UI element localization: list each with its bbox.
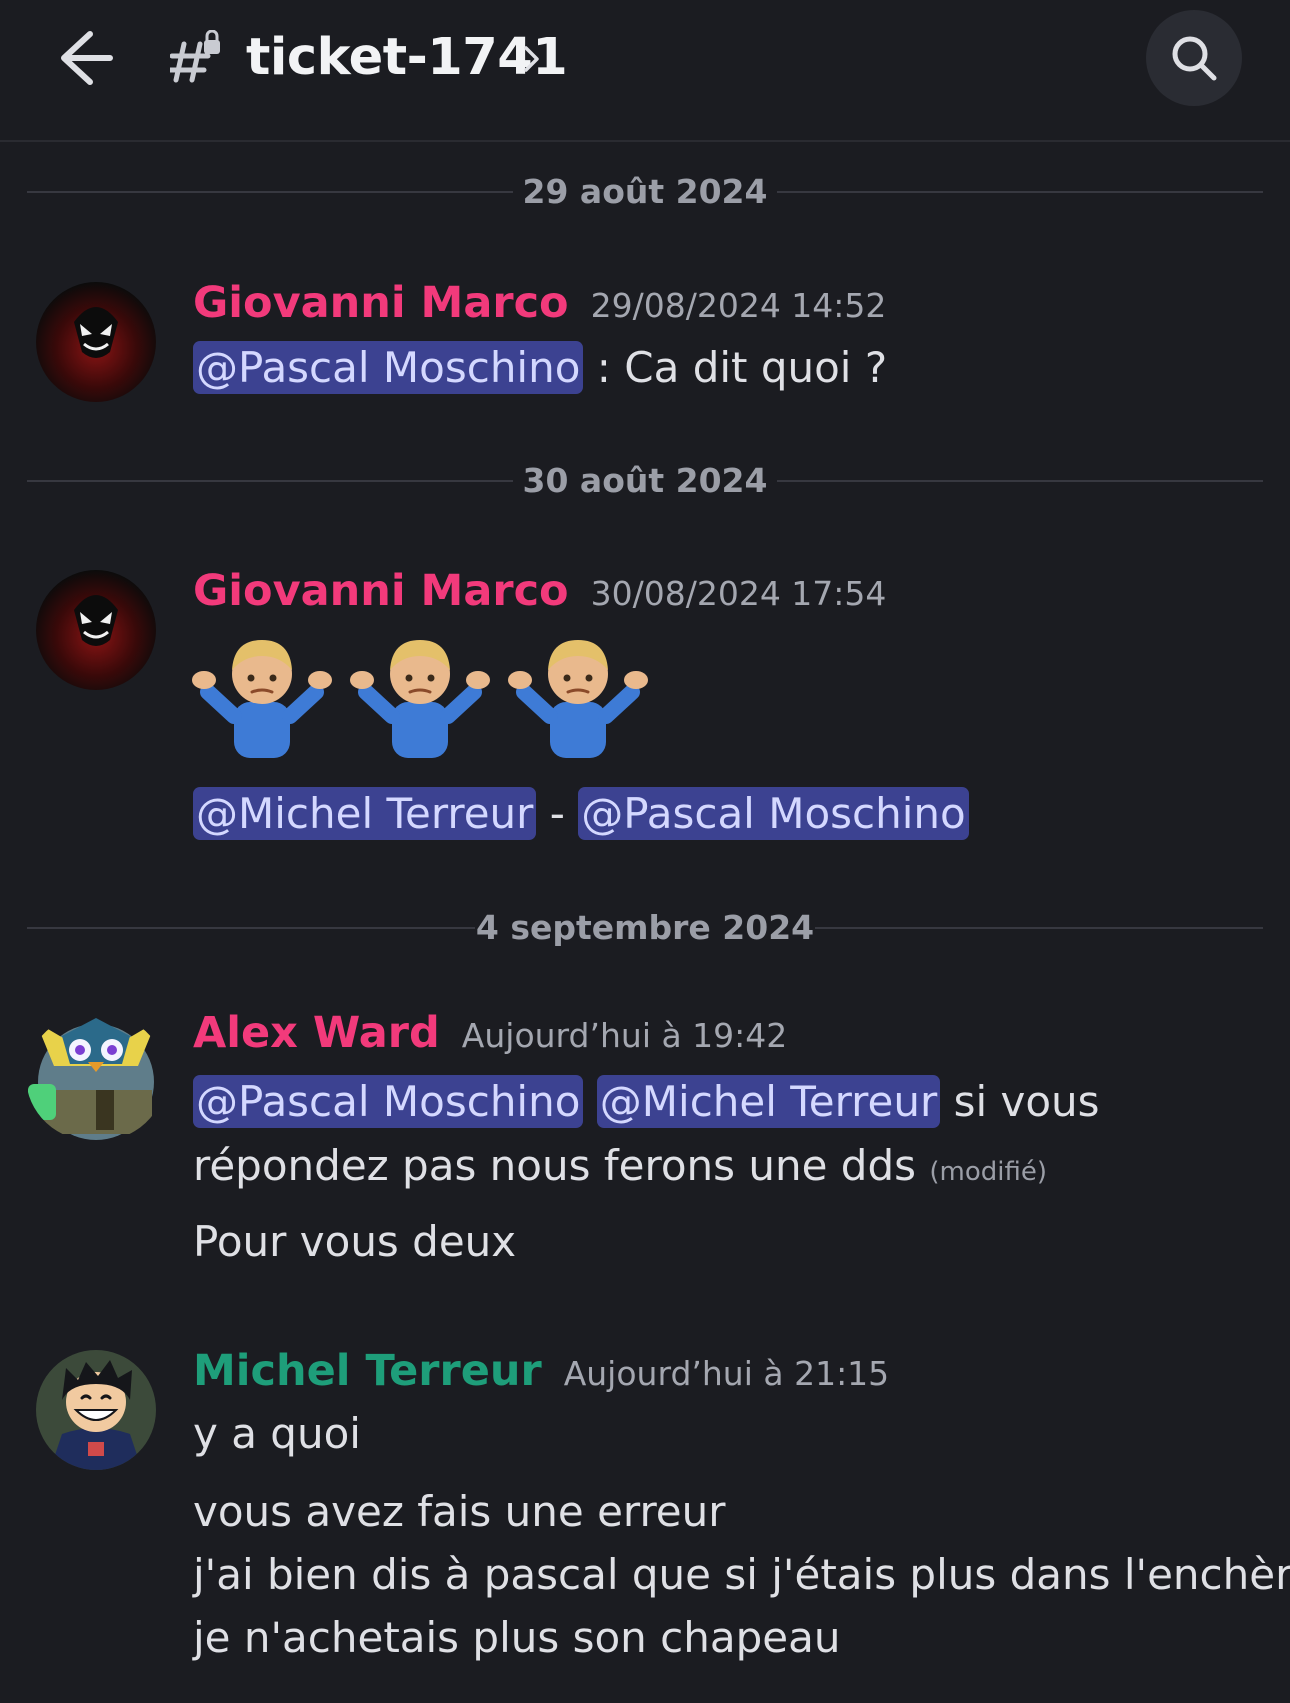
arrow-left-icon[interactable] <box>56 28 142 88</box>
emoji-row <box>190 632 650 760</box>
message-timestamp: 30/08/2024 17:54 <box>590 574 887 613</box>
shrug-emoji <box>192 640 332 758</box>
author-name[interactable]: Alex Ward <box>193 1008 440 1058</box>
message-text: répondez pas nous ferons une dds <box>193 1141 917 1190</box>
message-timestamp: Aujourd’hui à 21:15 <box>563 1354 890 1393</box>
message-text: j'ai bien dis à pascal que si j'étais pl… <box>193 1550 1290 1599</box>
author-name[interactable]: Giovanni Marco <box>193 278 569 328</box>
search-icon <box>1172 36 1217 81</box>
avatar[interactable] <box>36 570 156 690</box>
message-text: y a quoi <box>193 1409 361 1458</box>
edited-label: (modifié) <box>929 1157 1047 1187</box>
date-divider: 4 septembre 2024 <box>27 908 1263 948</box>
message-timestamp: Aujourd’hui à 19:42 <box>461 1016 788 1055</box>
message-text: si vous <box>940 1077 1100 1126</box>
user-mention[interactable]: @Pascal Moschino <box>193 1075 584 1128</box>
shrug-emoji <box>350 640 490 758</box>
channel-title[interactable]: ticket-1741 <box>246 26 568 90</box>
date-divider: 30 août 2024 <box>27 461 1263 501</box>
chevron-right-icon[interactable] <box>522 42 542 76</box>
message-timestamp: 29/08/2024 14:52 <box>590 286 887 325</box>
search-button[interactable] <box>1146 10 1242 106</box>
avatar[interactable] <box>26 1012 166 1142</box>
message-text: je n'achetais plus son chapeau <box>193 1613 841 1662</box>
date-divider-label: 30 août 2024 <box>522 461 768 500</box>
user-mention[interactable]: @Michel Terreur <box>596 1075 941 1128</box>
message-text: : Ca dit quoi ? <box>583 343 888 392</box>
avatar[interactable] <box>36 1350 156 1470</box>
date-divider-label: 4 septembre 2024 <box>475 908 815 947</box>
avatar[interactable] <box>36 282 156 402</box>
thread-hash-icon <box>170 30 220 83</box>
date-divider: 29 août 2024 <box>27 172 1263 212</box>
message-text: Pour vous deux <box>193 1217 517 1266</box>
user-mention[interactable]: @Michel Terreur <box>193 787 537 840</box>
message-text: - <box>536 789 579 838</box>
author-name[interactable]: Michel Terreur <box>193 1346 542 1396</box>
shrug-emoji <box>508 640 648 758</box>
date-divider-label: 29 août 2024 <box>522 172 768 211</box>
user-mention[interactable]: @Pascal Moschino <box>578 787 969 840</box>
author-name[interactable]: Giovanni Marco <box>193 566 569 616</box>
user-mention[interactable]: @Pascal Moschino <box>193 341 584 394</box>
message-text: vous avez fais une erreur <box>193 1487 726 1536</box>
channel-header: ticket-1741 <box>0 0 1290 142</box>
